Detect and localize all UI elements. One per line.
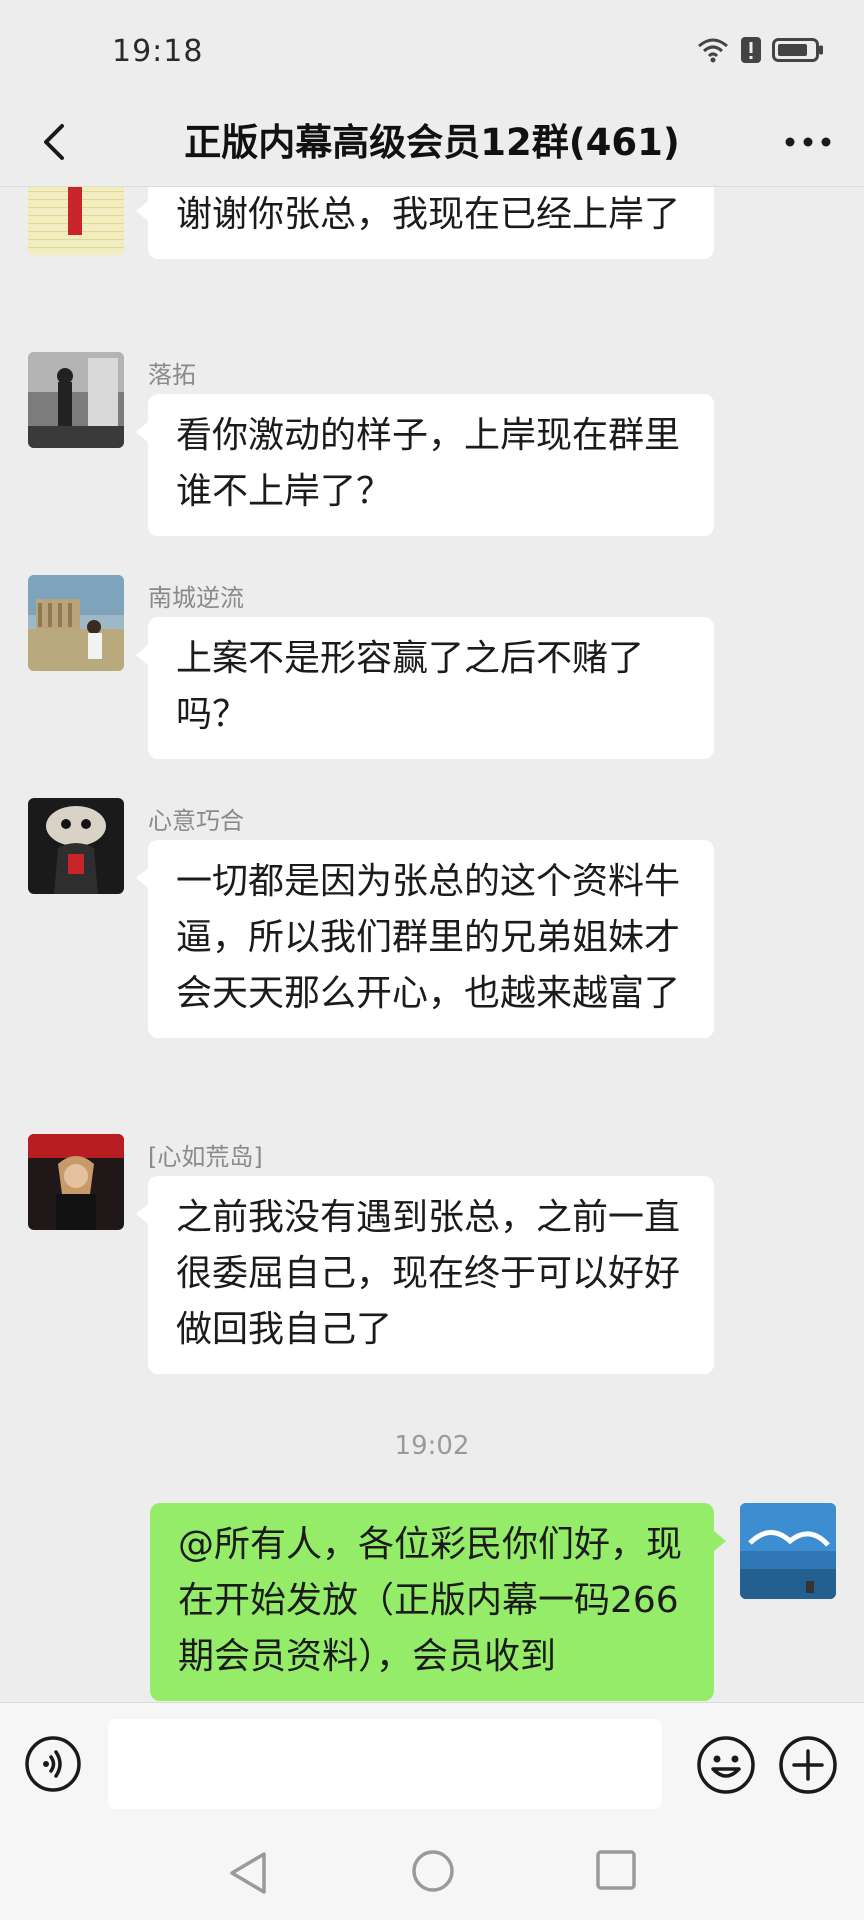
message-bubble[interactable]: 谢谢你张总，我现在已经上岸了 (136, 187, 714, 259)
message-timestamp: 19:02 (394, 1431, 470, 1461)
emoji-button[interactable] (696, 1735, 756, 1795)
alert-icon (740, 36, 762, 68)
plus-button[interactable] (778, 1735, 838, 1795)
more-dots-icon (785, 137, 831, 147)
message-text: 上案不是形容赢了之后不赌了吗？ (176, 638, 645, 735)
message-bubble[interactable]: 看你激动的样子，上岸现在群里谁不上岸了？ (136, 394, 714, 536)
sender-name: 心意巧合 (148, 807, 244, 835)
chat-header: 正版内幕高级会员12群(461) (0, 100, 864, 187)
wifi-icon (696, 36, 730, 68)
message-text: 之前我没有遇到张总，之前一直很委屈自己，现在终于可以好好做回我自己了 (176, 1197, 681, 1350)
nav-back-button[interactable] (224, 1850, 274, 1896)
status-icons (696, 36, 824, 68)
emoji-icon (697, 1736, 755, 1794)
nav-back-icon (230, 1852, 266, 1894)
message-text: 谢谢你张总，我现在已经上岸了 (176, 194, 681, 235)
message-bubble[interactable]: 之前我没有遇到张总，之前一直很委屈自己，现在终于可以好好做回我自己了 (136, 1176, 714, 1374)
message-bubble-self[interactable]: @所有人，各位彩民你们好，现在开始发放（正版内幕一码266期会员资料），会员收到 (150, 1503, 726, 1701)
avatar[interactable] (28, 1134, 124, 1230)
system-nav-bar (0, 1824, 864, 1920)
voice-button[interactable] (24, 1735, 82, 1793)
nav-home-icon (412, 1850, 454, 1892)
avatar[interactable] (28, 187, 124, 255)
avatar[interactable] (28, 352, 124, 448)
plus-icon (779, 1736, 837, 1794)
nav-recent-button[interactable] (594, 1848, 638, 1892)
message-bubble[interactable]: 上案不是形容赢了之后不赌了吗？ (136, 617, 714, 759)
sender-name: [心如荒岛] (148, 1143, 263, 1171)
message-text: 看你激动的样子，上岸现在群里谁不上岸了？ (176, 415, 681, 512)
message-text: @所有人，各位彩民你们好，现在开始发放（正版内幕一码266期会员资料），会员收到 (178, 1524, 683, 1677)
message-bubble[interactable]: 一切都是因为张总的这个资料牛逼，所以我们群里的兄弟姐妹才会天天那么开心，也越来越… (136, 840, 714, 1038)
status-bar: 19:18 (0, 0, 864, 100)
nav-home-button[interactable] (410, 1848, 456, 1894)
voice-icon (25, 1736, 81, 1792)
avatar[interactable] (28, 575, 124, 671)
chat-title: 正版内幕高级会员12群(461) (184, 121, 680, 164)
avatar[interactable] (28, 798, 124, 894)
message-input[interactable] (108, 1719, 662, 1809)
nav-recent-icon (596, 1850, 636, 1890)
chat-area[interactable]: 谢谢你张总，我现在已经上岸了 落拓 看你激动的样子，上岸现在群里谁不上岸了？ 南… (0, 187, 864, 1702)
sender-name: 南城逆流 (148, 584, 244, 612)
back-arrow-icon (44, 124, 64, 160)
self-avatar[interactable] (740, 1503, 836, 1599)
input-bar (0, 1702, 864, 1825)
message-text: 一切都是因为张总的这个资料牛逼，所以我们群里的兄弟姐妹才会天天那么开心，也越来越… (176, 861, 681, 1014)
battery-icon (772, 37, 824, 67)
status-time: 19:18 (112, 34, 204, 69)
sender-name: 落拓 (148, 361, 196, 389)
more-button[interactable] (776, 114, 840, 170)
back-button[interactable] (26, 114, 82, 170)
